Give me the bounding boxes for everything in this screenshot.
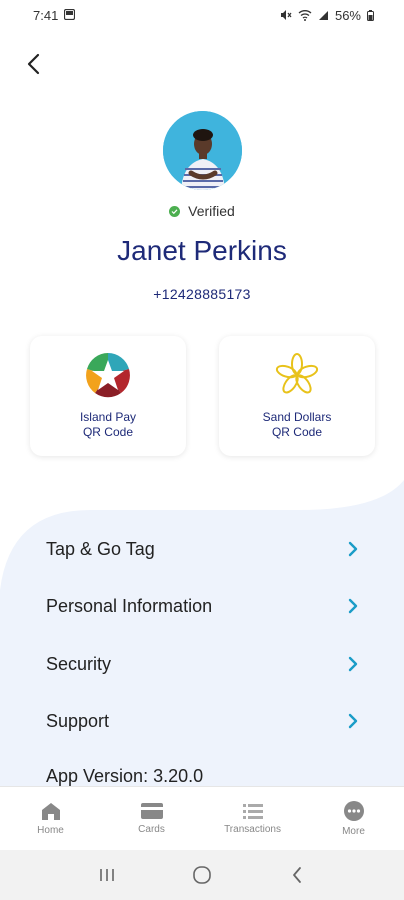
island-pay-label-line1: Island Pay xyxy=(79,410,137,424)
nav-home-label: Home xyxy=(37,825,64,836)
battery-icon xyxy=(367,9,374,21)
sand-dollars-label-line1: Sand Dollars xyxy=(262,410,332,424)
avatar xyxy=(163,111,242,190)
app-version: App Version: 3.20.0 xyxy=(46,766,204,786)
list-icon xyxy=(242,804,263,819)
status-time: 7:41 xyxy=(33,7,59,23)
user-phone: +12428885173 xyxy=(153,286,251,302)
signal-icon xyxy=(318,10,329,21)
back-arrow-icon xyxy=(292,867,301,883)
verified-label: Verified xyxy=(188,203,235,219)
check-circle-icon xyxy=(169,205,181,217)
recent-apps-button[interactable] xyxy=(87,860,127,890)
home-icon xyxy=(41,803,60,820)
menu-item-label: Tap & Go Tag xyxy=(46,538,155,559)
chevron-right-icon xyxy=(348,713,358,729)
bottom-navigation: Home Cards Transactions More xyxy=(0,786,404,850)
menu-item-support[interactable]: Support xyxy=(0,701,404,741)
card-icon xyxy=(140,803,163,819)
sand-dollar-logo-icon xyxy=(275,353,319,394)
island-pay-logo-icon xyxy=(86,353,130,398)
status-left: 7:41 xyxy=(33,7,76,23)
home-circle-icon xyxy=(193,866,211,884)
system-navigation-bar xyxy=(0,850,404,900)
menu-panel-background xyxy=(0,480,404,790)
menu-item-label: Personal Information xyxy=(46,595,213,616)
system-back-button[interactable] xyxy=(277,860,317,890)
verified-status: Verified xyxy=(0,203,404,219)
mute-icon xyxy=(280,9,292,21)
wifi-icon xyxy=(298,9,312,21)
sand-dollars-qr-card[interactable]: Sand Dollars QR Code xyxy=(219,336,375,456)
menu-item-personal-information[interactable]: Personal Information xyxy=(0,586,404,626)
battery-level: 56% xyxy=(334,7,361,23)
profile-photo xyxy=(163,111,242,190)
nav-transactions-label: Transactions xyxy=(224,824,281,835)
island-pay-label-line2: QR Code xyxy=(82,425,133,439)
nav-cards[interactable]: Cards xyxy=(101,787,202,850)
menu-item-label: Support xyxy=(46,710,110,731)
status-bar: 7:41 56% xyxy=(0,0,404,30)
menu-item-label: Security xyxy=(46,653,112,674)
island-pay-qr-label: Island Pay QR Code xyxy=(80,410,136,440)
home-system-button[interactable] xyxy=(182,860,222,890)
menu-item-tap-go-tag[interactable]: Tap & Go Tag xyxy=(0,529,404,569)
chevron-left-icon xyxy=(27,53,40,75)
user-name: Janet Perkins xyxy=(117,235,287,266)
sand-dollars-label-line2: QR Code xyxy=(271,425,322,439)
status-right: 56% xyxy=(280,8,374,23)
chevron-right-icon xyxy=(348,656,358,672)
back-button[interactable] xyxy=(18,48,48,80)
nav-home[interactable]: Home xyxy=(0,787,101,850)
island-pay-qr-card[interactable]: Island Pay QR Code xyxy=(30,336,186,456)
nav-transactions[interactable]: Transactions xyxy=(202,787,303,850)
nav-more-label: More xyxy=(342,826,365,837)
sand-dollars-qr-label: Sand Dollars QR Code xyxy=(263,410,332,440)
more-icon xyxy=(343,801,364,821)
menu-item-security[interactable]: Security xyxy=(0,644,404,684)
nav-more[interactable]: More xyxy=(303,787,404,850)
gallery-notification-icon xyxy=(64,8,76,23)
recent-apps-icon xyxy=(100,869,115,881)
chevron-right-icon xyxy=(348,541,358,557)
chevron-right-icon xyxy=(348,598,358,614)
nav-cards-label: Cards xyxy=(138,824,165,835)
